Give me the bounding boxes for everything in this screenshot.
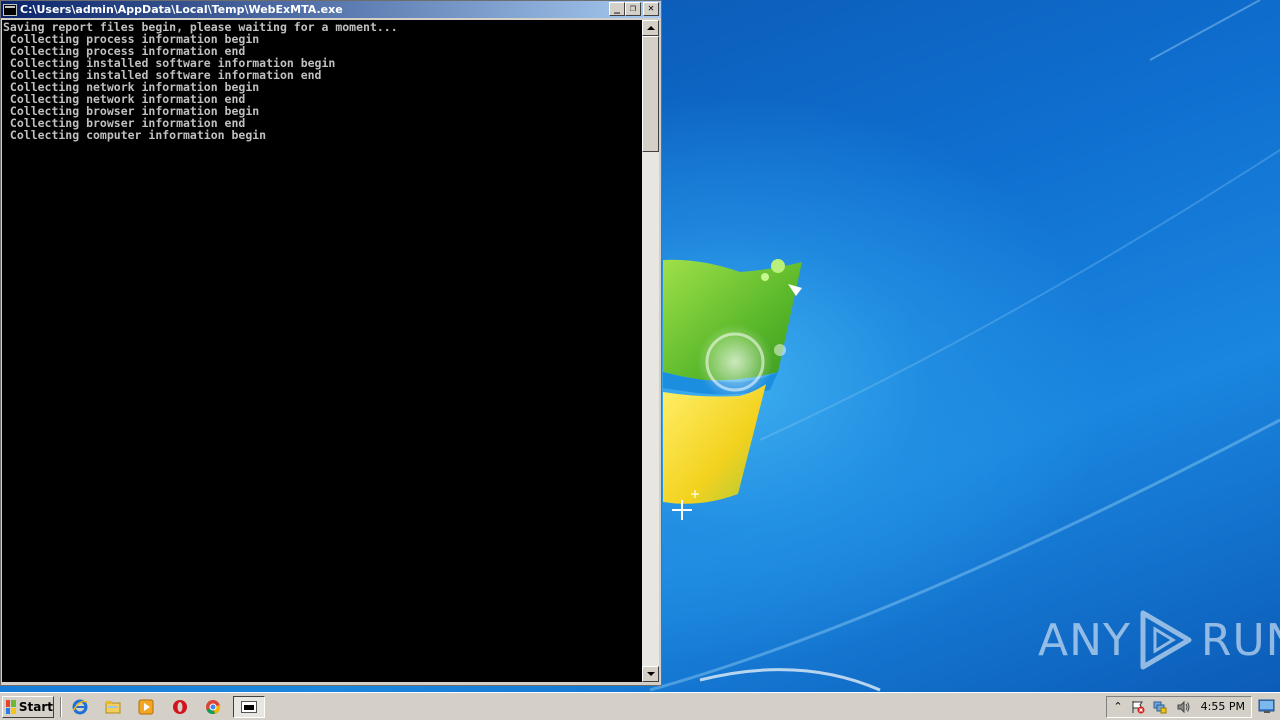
tray-expand-icon[interactable]: ⌃ — [1111, 700, 1125, 714]
media-player-icon[interactable] — [138, 699, 154, 715]
console-output[interactable]: Saving report files begin, please waitin… — [2, 20, 642, 682]
vertical-scrollbar[interactable] — [642, 20, 659, 682]
taskbar-separator — [60, 697, 62, 717]
start-label: Start — [18, 700, 53, 714]
caption-buttons: _ ❐ ✕ — [609, 2, 659, 16]
windows-flag-icon — [6, 700, 16, 714]
scroll-up-button[interactable] — [642, 20, 659, 36]
minimize-button[interactable]: _ — [609, 2, 625, 16]
start-button[interactable]: Start — [2, 696, 54, 718]
chrome-icon[interactable] — [205, 699, 221, 715]
explorer-folder-icon[interactable] — [105, 699, 121, 715]
scroll-thumb[interactable] — [642, 36, 659, 152]
console-app-icon[interactable] — [3, 3, 17, 16]
console-window[interactable]: C:\Users\admin\AppData\Local\Temp\WebExM… — [0, 0, 662, 686]
show-desktop-icon[interactable] — [1258, 698, 1276, 714]
watermark-run: RUN — [1200, 614, 1280, 666]
action-center-flag-icon[interactable] — [1131, 700, 1145, 714]
ie-icon[interactable] — [72, 699, 88, 715]
console-line: Collecting computer information begin — [3, 128, 267, 142]
volume-icon[interactable] — [1177, 700, 1191, 714]
watermark-any: ANY — [1038, 614, 1131, 666]
window-titlebar[interactable]: C:\Users\admin\AppData\Local\Temp\WebExM… — [1, 1, 661, 18]
console-text: Saving report files begin, please waitin… — [2, 20, 642, 141]
clock[interactable]: 4:55 PM — [1201, 700, 1245, 714]
console-window-icon — [241, 701, 257, 713]
anyrun-watermark: ANY RUN — [1038, 610, 1280, 670]
play-logo-icon — [1140, 610, 1192, 670]
opera-icon[interactable] — [172, 699, 188, 715]
network-icon[interactable] — [1153, 700, 1167, 714]
close-button[interactable]: ✕ — [643, 2, 659, 16]
restore-button[interactable]: ❐ — [625, 2, 641, 16]
window-title: C:\Users\admin\AppData\Local\Temp\WebExM… — [20, 3, 343, 16]
taskbar: Start ⌃ 4:55 PM — [0, 692, 1280, 720]
scroll-down-button[interactable] — [642, 666, 659, 682]
taskbar-console-button[interactable] — [233, 696, 265, 718]
system-tray: ⌃ 4:55 PM — [1106, 696, 1252, 718]
